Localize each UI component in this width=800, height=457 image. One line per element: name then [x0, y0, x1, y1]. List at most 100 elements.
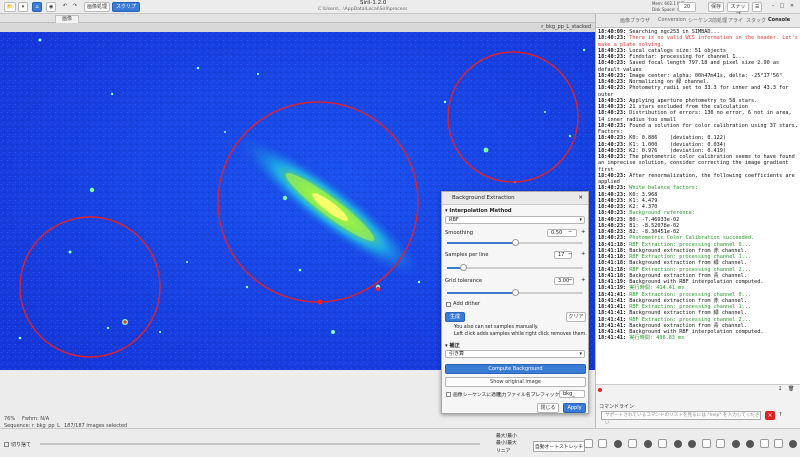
apply-button[interactable]: Apply	[563, 403, 586, 413]
apply-sequence-checkbox[interactable]	[446, 392, 451, 397]
zoom-fit-icon[interactable]	[628, 439, 637, 448]
tab-image-browser[interactable]: 画像ブラウザ	[620, 17, 650, 24]
dialog-close-icon[interactable]: ✕	[578, 192, 583, 205]
flip-icon[interactable]	[732, 440, 740, 448]
bottom-toolbar: 切り捨て 最大/最小 最小/最大 リニア 自動オートストレッチ	[0, 428, 800, 457]
annotate-icon[interactable]	[658, 439, 667, 448]
thread-count-field[interactable]: 20	[678, 2, 696, 12]
tab-preprocess[interactable]: 前処理	[712, 17, 727, 24]
console-timestamp: 18:40:23:	[598, 197, 630, 204]
console-message: Searching ngc253 in SIMBAD...	[629, 29, 720, 35]
console-timestamp: 18:40:23:	[598, 104, 630, 110]
rotate-icon[interactable]	[746, 440, 754, 448]
tab-image[interactable]: 画像	[55, 15, 80, 23]
command-clear-button[interactable]: ×	[765, 411, 775, 420]
tolerance-slider[interactable]	[447, 289, 583, 296]
maximize-icon[interactable]: □	[777, 2, 787, 12]
dither-label: Add dither	[453, 301, 481, 307]
console-timestamp: 18:41:41:	[598, 322, 630, 329]
zoom-fit-window-icon[interactable]	[716, 439, 725, 448]
samples-slider[interactable]	[447, 264, 583, 271]
zoom-out-icon[interactable]	[674, 440, 682, 448]
console-timestamp: 18:41:18:	[598, 266, 630, 273]
show-original-button[interactable]: Show original image	[445, 377, 586, 387]
close-icon[interactable]: ✕	[787, 2, 797, 12]
interp-method-select[interactable]: RBF ▾	[445, 216, 585, 224]
cwd-icon[interactable]: ◉	[46, 2, 57, 12]
dither-checkbox[interactable]	[446, 302, 451, 307]
smoothing-input[interactable]: 0.50	[547, 229, 577, 237]
save-button[interactable]: 保存	[708, 2, 724, 12]
smoothing-minus[interactable]: −	[568, 229, 572, 235]
open-icon[interactable]: 📂	[4, 2, 17, 12]
low-slider[interactable]	[40, 443, 480, 445]
radio-maxmin[interactable]: 最小/最大	[496, 439, 517, 446]
script-button[interactable]: スクリプト	[112, 2, 140, 18]
menu-button[interactable]: 画像処理	[84, 2, 110, 12]
tab-stack[interactable]: スタック	[746, 17, 766, 24]
console-line: 18:41:41: 実行時間: 406.83 ms	[598, 335, 799, 341]
zoom-in-icon[interactable]	[688, 440, 696, 448]
undo-icon[interactable]: ↶	[60, 2, 70, 12]
recent-icon[interactable]: ▾	[18, 2, 28, 12]
correction-select[interactable]: 引き算 ▾	[445, 350, 585, 358]
console-message: B1: -8.52078e-02	[629, 222, 680, 229]
correction-section-header[interactable]: ▾ 補正	[445, 342, 460, 349]
compass-icon[interactable]	[644, 440, 652, 448]
grid-icon[interactable]	[760, 439, 769, 448]
samples-plus[interactable]: +	[581, 251, 585, 257]
smoothing-label: Smoothing	[445, 230, 474, 236]
console-timestamp: 18:40:23:	[598, 191, 630, 198]
compute-background-button[interactable]: Compute Background	[445, 364, 586, 374]
snapshot-button[interactable]: スナップ	[727, 2, 749, 18]
menu-icon[interactable]: ☰	[752, 2, 762, 12]
console-timestamp: 18:40:23:	[598, 54, 630, 60]
cut-checkbox[interactable]	[4, 442, 9, 447]
console-message: Normalizing on 緑 channel.	[629, 79, 710, 85]
dialog-title: Background Extraction ✕	[442, 192, 588, 205]
console-line: 18:40:23: Photometry radii set to 33.3 f…	[598, 85, 799, 98]
mirror-icon[interactable]	[789, 440, 797, 448]
tolerance-plus[interactable]: +	[581, 277, 585, 283]
close-button[interactable]: 閉じる	[537, 403, 559, 413]
clear-samples-button[interactable]: クリア	[566, 312, 586, 322]
settings-icon[interactable]	[774, 439, 783, 448]
tab-console[interactable]: Console	[768, 17, 790, 23]
zoom-100-icon[interactable]	[702, 439, 711, 448]
command-help-icon[interactable]: ?	[779, 412, 782, 418]
smoothing-plus[interactable]: +	[581, 229, 585, 235]
tab-sequence[interactable]: シーケンス	[688, 17, 713, 24]
generate-button[interactable]: 生成	[445, 312, 465, 322]
radio-minmax[interactable]: 最大/最小	[496, 432, 517, 439]
download-icon[interactable]: ↧	[778, 386, 782, 392]
stretch-icon[interactable]	[584, 439, 593, 448]
console-message: K1: 4.479	[629, 197, 658, 204]
command-input[interactable]: サポートされているコマンドのリストを見るには "help" を入力してください	[601, 411, 761, 426]
samples-minus[interactable]: −	[568, 251, 572, 257]
linear-select[interactable]: リニア	[496, 447, 510, 454]
invert-icon[interactable]	[598, 439, 607, 448]
console-log: 18:40:09: Searching ngc253 in SIMBAD... 1…	[596, 28, 800, 383]
tab-conversion[interactable]: Conversion	[658, 17, 686, 23]
home-icon[interactable]: ⌂	[32, 2, 42, 12]
console-message: K0: 0.886 (deviation: 0.122)	[629, 135, 727, 142]
console-message: RBF Extraction: processing channel 0...	[629, 241, 752, 248]
console-timestamp: 18:41:18:	[598, 247, 630, 254]
prefix-input[interactable]: bkg_	[559, 390, 585, 398]
console-message: 実行時間: 414.41 ms	[629, 285, 685, 292]
console-timestamp: 18:41:41:	[598, 297, 630, 304]
console-timestamp: 18:40:23:	[598, 110, 630, 117]
stretch-mode-select[interactable]: 自動オートストレッチ	[533, 441, 585, 452]
console-timestamp: 18:40:23:	[598, 172, 630, 179]
interp-section-header[interactable]: ▾ Interpolation Method	[445, 208, 512, 214]
redo-icon[interactable]: ↷	[70, 2, 80, 12]
console-timestamp: 18:40:23:	[598, 60, 630, 67]
tab-align[interactable]: アライ	[728, 17, 743, 24]
console-message: Applying aperture photometry to 58 stars…	[629, 97, 758, 104]
clear-console-icon[interactable]: 🗑	[788, 386, 794, 392]
tolerance-minus[interactable]: −	[568, 277, 572, 283]
window-title: Siril-1.2.0	[360, 0, 387, 6]
smoothing-slider[interactable]	[447, 239, 583, 246]
rgb-icon[interactable]	[614, 440, 622, 448]
console-timestamp: 18:41:18:	[598, 272, 630, 279]
